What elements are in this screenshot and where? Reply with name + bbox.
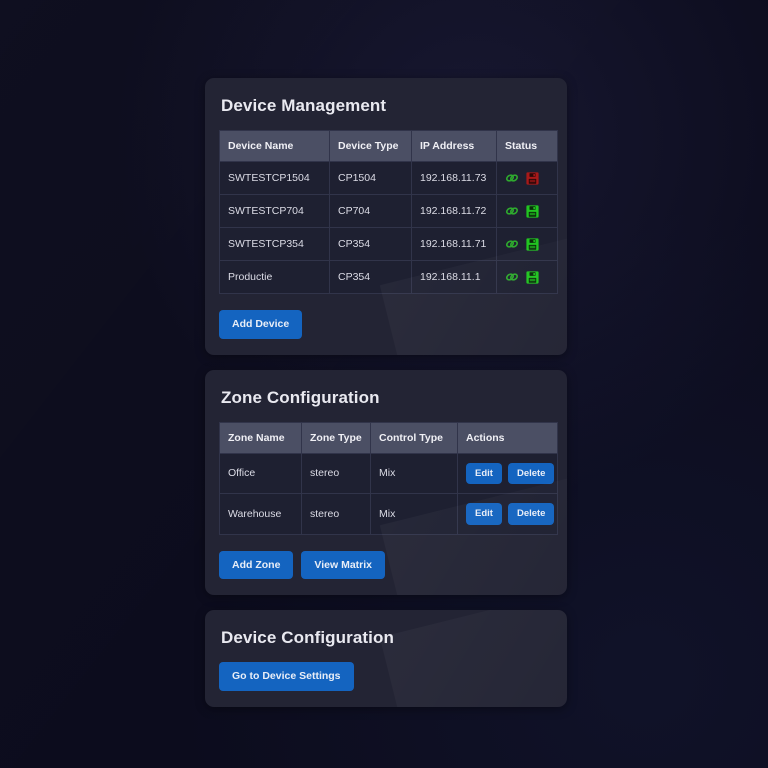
app-container: Device Management Device Name Device Typ… [205, 78, 567, 722]
delete-zone-button[interactable]: Delete [507, 503, 555, 525]
device-configuration-actions: Go to Device Settings [219, 662, 553, 691]
table-row: Office stereo Mix Edit Delete [219, 452, 558, 494]
device-status-cell [496, 194, 558, 228]
column-header-status: Status [496, 130, 558, 162]
zone-name-cell: Warehouse [219, 493, 302, 535]
zone-actions-cell: Edit Delete [457, 452, 558, 494]
column-header-device-name: Device Name [219, 130, 330, 162]
link-icon[interactable] [505, 270, 519, 284]
zone-panel-actions: Add Zone View Matrix [219, 550, 553, 579]
device-type-cell: CP354 [329, 260, 412, 294]
device-configuration-panel: Device Configuration Go to Device Settin… [205, 610, 567, 707]
device-table: Device Name Device Type IP Address Statu… [219, 130, 558, 294]
zone-type-cell: stereo [301, 493, 371, 535]
device-panel-actions: Add Device [219, 310, 553, 339]
device-management-title: Device Management [221, 96, 387, 115]
table-row: SWTESTCP1504 CP1504 192.168.11.73 [219, 161, 558, 195]
device-status-cell [496, 227, 558, 261]
edit-zone-button[interactable]: Edit [466, 503, 502, 525]
device-ip-cell: 192.168.11.1 [411, 260, 497, 294]
device-name-cell: Productie [219, 260, 330, 294]
device-name-cell: SWTESTCP1504 [219, 161, 330, 195]
table-row: Productie CP354 192.168.11.1 [219, 260, 558, 294]
device-configuration-title: Device Configuration [221, 628, 394, 647]
device-type-cell: CP1504 [329, 161, 412, 195]
device-status-cell [496, 260, 558, 294]
column-header-control-type: Control Type [370, 421, 458, 454]
go-to-device-settings-button[interactable]: Go to Device Settings [219, 662, 354, 691]
device-ip-cell: 192.168.11.72 [411, 194, 497, 228]
zone-control-cell: Mix [370, 493, 458, 535]
edit-zone-button[interactable]: Edit [466, 462, 502, 484]
column-header-zone-name: Zone Name [219, 421, 302, 454]
zone-table-body: Office stereo Mix Edit Delete Warehouse … [219, 452, 558, 535]
delete-zone-button[interactable]: Delete [507, 462, 555, 484]
table-row: Warehouse stereo Mix Edit Delete [219, 493, 558, 535]
zone-table-header-row: Zone Name Zone Type Control Type Actions [219, 421, 558, 454]
zone-configuration-panel: Zone Configuration Zone Name Zone Type C… [205, 369, 567, 595]
table-row: SWTESTCP354 CP354 192.168.11.71 [219, 227, 558, 261]
device-table-body: SWTESTCP1504 CP1504 192.168.11.73 SWTEST… [219, 161, 558, 294]
device-status-cell [496, 161, 558, 195]
column-header-device-type: Device Type [329, 130, 412, 162]
zone-configuration-title: Zone Configuration [221, 387, 380, 407]
zone-actions-cell: Edit Delete [457, 493, 558, 535]
table-row: SWTESTCP704 CP704 192.168.11.72 [219, 194, 558, 228]
zone-type-cell: stereo [301, 452, 371, 494]
column-header-actions: Actions [457, 421, 558, 454]
save-icon[interactable] [526, 171, 539, 185]
save-icon[interactable] [526, 270, 539, 284]
add-zone-button[interactable]: Add Zone [219, 550, 294, 579]
link-icon[interactable] [505, 204, 519, 218]
save-icon[interactable] [526, 237, 539, 251]
column-header-ip-address: IP Address [411, 130, 497, 162]
device-type-cell: CP354 [329, 227, 412, 261]
zone-name-cell: Office [219, 452, 302, 494]
zone-control-cell: Mix [370, 452, 458, 494]
view-matrix-button[interactable]: View Matrix [301, 550, 386, 579]
device-management-panel: Device Management Device Name Device Typ… [205, 78, 567, 355]
link-icon[interactable] [505, 237, 519, 251]
zone-table: Zone Name Zone Type Control Type Actions… [219, 421, 558, 535]
add-device-button[interactable]: Add Device [219, 310, 303, 339]
device-ip-cell: 192.168.11.73 [411, 161, 497, 195]
link-icon[interactable] [505, 171, 519, 185]
device-table-header-row: Device Name Device Type IP Address Statu… [219, 130, 558, 162]
device-name-cell: SWTESTCP704 [219, 194, 330, 228]
save-icon[interactable] [526, 204, 539, 218]
device-ip-cell: 192.168.11.71 [411, 227, 497, 261]
column-header-zone-type: Zone Type [301, 421, 371, 454]
device-type-cell: CP704 [329, 194, 412, 228]
device-name-cell: SWTESTCP354 [219, 227, 330, 261]
